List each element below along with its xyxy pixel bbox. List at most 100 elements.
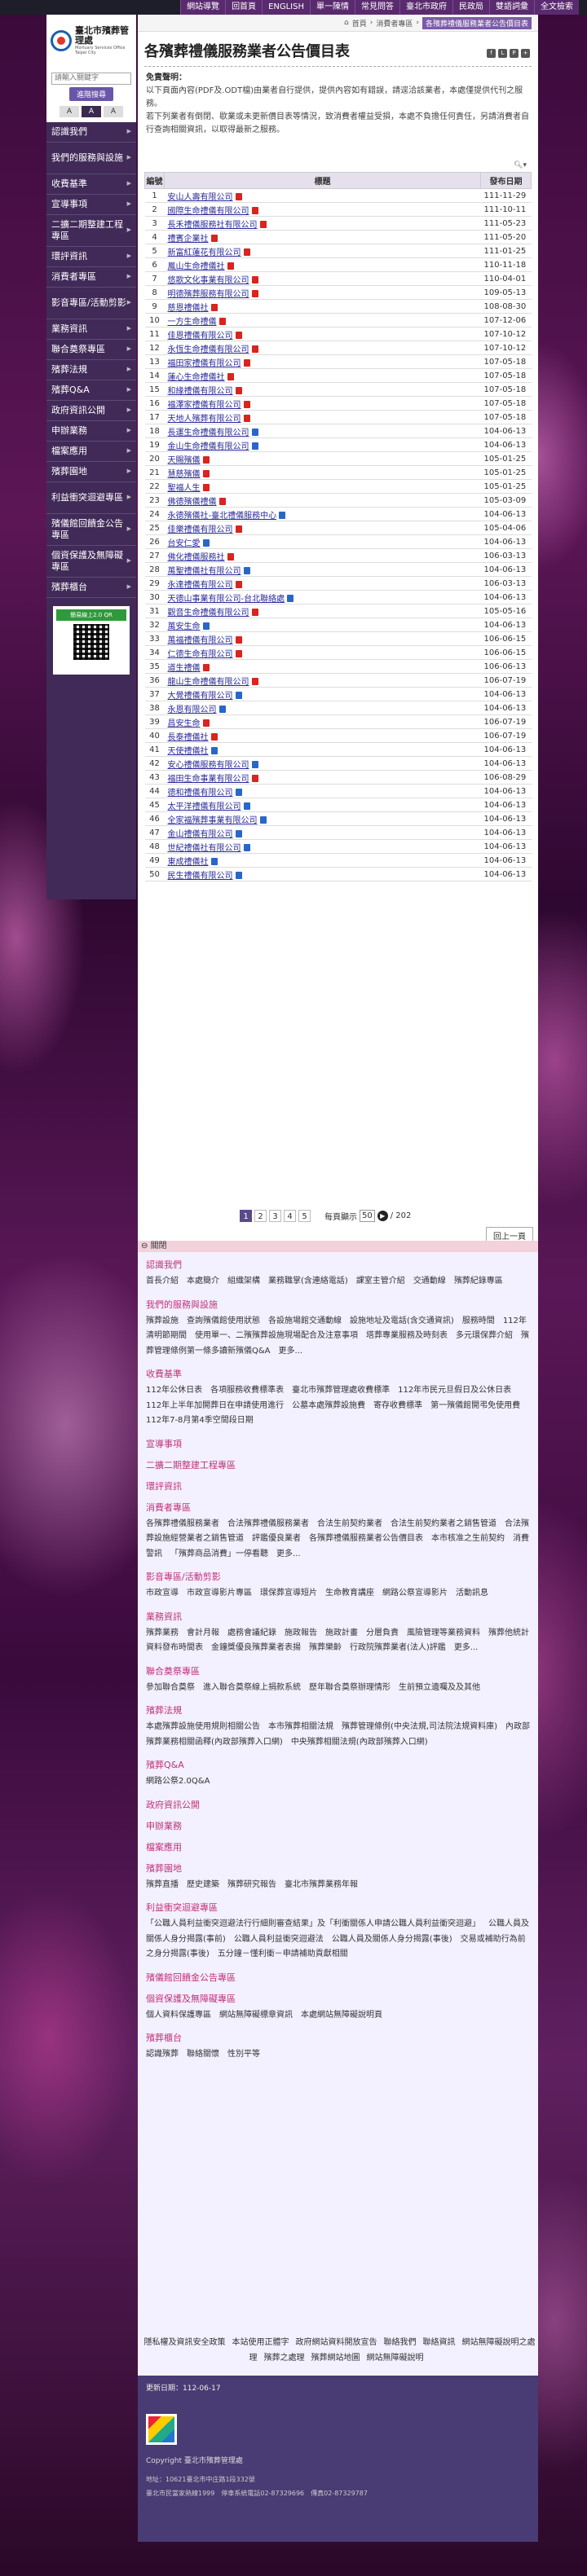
sitemap-section-title[interactable]: 影音專區/活動剪影 [146, 1570, 530, 1583]
sitemap-link[interactable]: 合法生前契約業者 [317, 1519, 382, 1528]
sitemap-link[interactable]: 歷史建築 [187, 1880, 219, 1889]
sitemap-section-title[interactable]: 聯合奠祭專區 [146, 1664, 530, 1677]
sitemap-link[interactable]: 112年市民元旦假日及公休日表 [398, 1386, 511, 1395]
sitemap-section-title[interactable]: 消費者專區 [146, 1501, 530, 1514]
sitemap-link[interactable]: 更多... [279, 1347, 303, 1356]
row-title-link[interactable]: 永恆生命禮儀有限公司 [168, 345, 249, 354]
row-title-link[interactable]: 慈恩禮儀社 [168, 304, 209, 313]
row-title-link[interactable]: 蓮心生命禮儀社 [168, 373, 225, 382]
page-link[interactable]: 1 [240, 1210, 252, 1222]
sitemap-link[interactable]: 各殯葬禮儀服務業者公告價目表 [309, 1534, 423, 1543]
sitemap-link[interactable]: 五分鐘－懂利衝－申請補助貢獻相關 [218, 1950, 348, 1958]
advanced-search-button[interactable]: 進階搜尋 [68, 86, 113, 101]
print-icon[interactable]: P [510, 49, 519, 58]
sitemap-link[interactable]: 生命教育講座 [325, 1589, 374, 1598]
sitemap-link[interactable]: 公職人員及關係人身分揭露(事後) [332, 1935, 452, 1944]
row-title-link[interactable]: 安山人壽有限公司 [168, 193, 233, 202]
row-title-link[interactable]: 福澤家禮儀有限公司 [168, 401, 241, 410]
row-title-link[interactable]: 鳳山生命禮儀社 [168, 262, 225, 271]
sitemap-link[interactable]: 設施地址及電話(含交通資訊) [350, 1317, 454, 1325]
sitemap-link[interactable]: 評鑑優良業者 [252, 1534, 301, 1543]
sitemap-link[interactable]: 塔葬專業服務及時刻表 [366, 1331, 448, 1340]
page-link[interactable]: 2 [254, 1210, 267, 1222]
go-page-icon[interactable]: ▶ [377, 1211, 388, 1221]
sitemap-link[interactable]: 「公職人員利益衝突迴避法行行細則審查結果」及「利衝關係人申請公職人員利益衝突迴避… [146, 1919, 480, 1928]
sitemap-section-title[interactable]: 殯葬法規 [146, 1703, 530, 1717]
sitemap-link[interactable]: 活動訊息 [456, 1589, 488, 1598]
site-logo[interactable]: 臺北市殯葬管理處 Mortuary Services Office Taipei… [46, 15, 136, 67]
sitemap-bottom-link[interactable]: 殯葬網站地圖 [311, 2354, 360, 2363]
top-link[interactable]: ENGLISH [262, 0, 310, 15]
row-title-link[interactable]: 和緣禮儀有限公司 [168, 387, 233, 396]
sitemap-bottom-link[interactable]: 隱私權及資訊安全政策 [144, 2338, 226, 2347]
row-title-link[interactable]: 福田生命事業有限公司 [168, 775, 249, 784]
row-title-link[interactable]: 聖福人生 [168, 484, 201, 493]
sitemap-link[interactable]: 生前預立遺囑及及其他 [399, 1683, 480, 1692]
row-title-link[interactable]: 佳恩禮儀有限公司 [168, 332, 233, 341]
row-title-link[interactable]: 觀音生命禮儀有限公司 [168, 609, 249, 618]
breadcrumb-parent[interactable]: 消費者專區 [376, 18, 413, 29]
row-title-link[interactable]: 新富紅蓮花有限公司 [168, 248, 241, 257]
sidebar-item[interactable]: 個資保護及無障礙專區 ▶ [46, 546, 136, 578]
sitemap-link[interactable]: 網站無障礙標章資訊 [219, 2011, 293, 2020]
top-link[interactable]: 臺北市政府 [399, 0, 452, 15]
font-medium-button[interactable]: A [82, 105, 101, 117]
sidebar-item[interactable]: 利益衝突迴避專區 ▶ [46, 482, 136, 514]
sitemap-bottom-link[interactable]: 網站無障礙說明 [367, 2354, 424, 2363]
line-icon[interactable]: L [498, 49, 507, 58]
top-link[interactable]: 民政局 [452, 0, 489, 15]
fatfooter-toggle[interactable]: ⊖ 關閉 [138, 1241, 538, 1252]
col-header-no[interactable]: 編號 [144, 172, 165, 189]
sidebar-item[interactable]: 殯葬櫃台 ▶ [46, 578, 136, 598]
sitemap-link[interactable]: 公職人員利益衝突迴避法 [234, 1935, 324, 1944]
sitemap-link[interactable]: 中央殯葬相關法規(內政部殯葬入口網) [291, 1738, 428, 1747]
per-page-select[interactable]: 50 [360, 1210, 375, 1222]
sitemap-section-title[interactable]: 宣導事項 [146, 1437, 530, 1450]
row-title-link[interactable]: 一方生命禮儀 [168, 318, 217, 327]
sitemap-section-title[interactable]: 利益衝突迴避專區 [146, 1901, 530, 1914]
sitemap-link[interactable]: 本市核准之生前契約 [431, 1534, 505, 1543]
sitemap-section-title[interactable]: 殯葬園地 [146, 1862, 530, 1875]
sitemap-link[interactable]: 殯葬設施 [146, 1317, 179, 1325]
sitemap-link[interactable]: 112年7-8月第4季空間段日期 [146, 1416, 254, 1425]
sidebar-item[interactable]: 聯合奠祭專區 ▶ [46, 340, 136, 360]
row-title-link[interactable]: 禮賓企業社 [168, 235, 209, 244]
top-link[interactable]: 常見問答 [355, 0, 399, 15]
row-title-link[interactable]: 安心禮儀服務有限公司 [168, 761, 249, 770]
sitemap-link[interactable]: 各設施場館交通動線 [268, 1317, 342, 1325]
sitemap-link[interactable]: 金鐘獎優良殯葬業者表揚 [211, 1643, 301, 1652]
row-title-link[interactable]: 昌安生命 [168, 719, 201, 728]
sidebar-item[interactable]: 我們的服務與設施 ▶ [46, 143, 136, 174]
sitemap-link[interactable]: 更多... [276, 1550, 301, 1558]
sitemap-link[interactable]: 交通動線 [413, 1277, 446, 1286]
sitemap-section-title[interactable]: 檔案應用 [146, 1840, 530, 1853]
sitemap-link[interactable]: 「殯葬商品消費」一停看聽 [170, 1550, 268, 1558]
font-large-button[interactable]: A [104, 105, 123, 117]
sitemap-link[interactable]: 使用單一、二殯殯葬設施現場配合及注意事項 [195, 1331, 358, 1340]
sitemap-link[interactable]: 合法殯葬禮儀服務業者 [227, 1519, 309, 1528]
sitemap-link[interactable]: 更多... [454, 1643, 479, 1652]
row-title-link[interactable]: 長泰禮儀社 [168, 733, 209, 742]
sitemap-link[interactable]: 市政宣導影片專區 [187, 1589, 252, 1598]
sitemap-link[interactable]: 殯葬直播 [146, 1880, 179, 1889]
page-link[interactable]: 5 [298, 1210, 311, 1222]
sitemap-link[interactable]: 風險管理等業務資料 [407, 1629, 480, 1637]
top-link[interactable]: 網站導覽 [180, 0, 226, 15]
row-title-link[interactable]: 台安仁愛 [168, 539, 201, 548]
row-title-link[interactable]: 龍山生命禮儀有限公司 [168, 678, 249, 687]
row-title-link[interactable]: 悠歌文化事業有限公司 [168, 276, 249, 285]
sidebar-item[interactable]: 政府資訊公開 ▶ [46, 401, 136, 421]
row-title-link[interactable]: 民生禮儀有限公司 [168, 872, 233, 881]
row-title-link[interactable]: 佛化禮儀服務社 [168, 553, 225, 562]
sitemap-bottom-link[interactable]: 聯絡資訊 [423, 2338, 456, 2347]
top-link[interactable]: 單一陳情 [310, 0, 355, 15]
sitemap-link[interactable]: 合法生前契約業者之銷售管道 [391, 1519, 497, 1528]
sitemap-link[interactable]: 分層負責 [366, 1629, 399, 1637]
row-title-link[interactable]: 太平洋禮儀有限公司 [168, 802, 241, 811]
row-title-link[interactable]: 慧慈殯儀 [168, 470, 201, 479]
row-title-link[interactable]: 國際生命禮儀有限公司 [168, 207, 249, 216]
sitemap-link[interactable]: 歷年聯合奠祭辦理情形 [309, 1683, 391, 1692]
sitemap-link[interactable]: 服務時間 [462, 1317, 495, 1325]
sitemap-link[interactable]: 環保葬宣導短片 [260, 1589, 317, 1598]
sidebar-item[interactable]: 二擴二期整建工程專區 ▶ [46, 215, 136, 247]
